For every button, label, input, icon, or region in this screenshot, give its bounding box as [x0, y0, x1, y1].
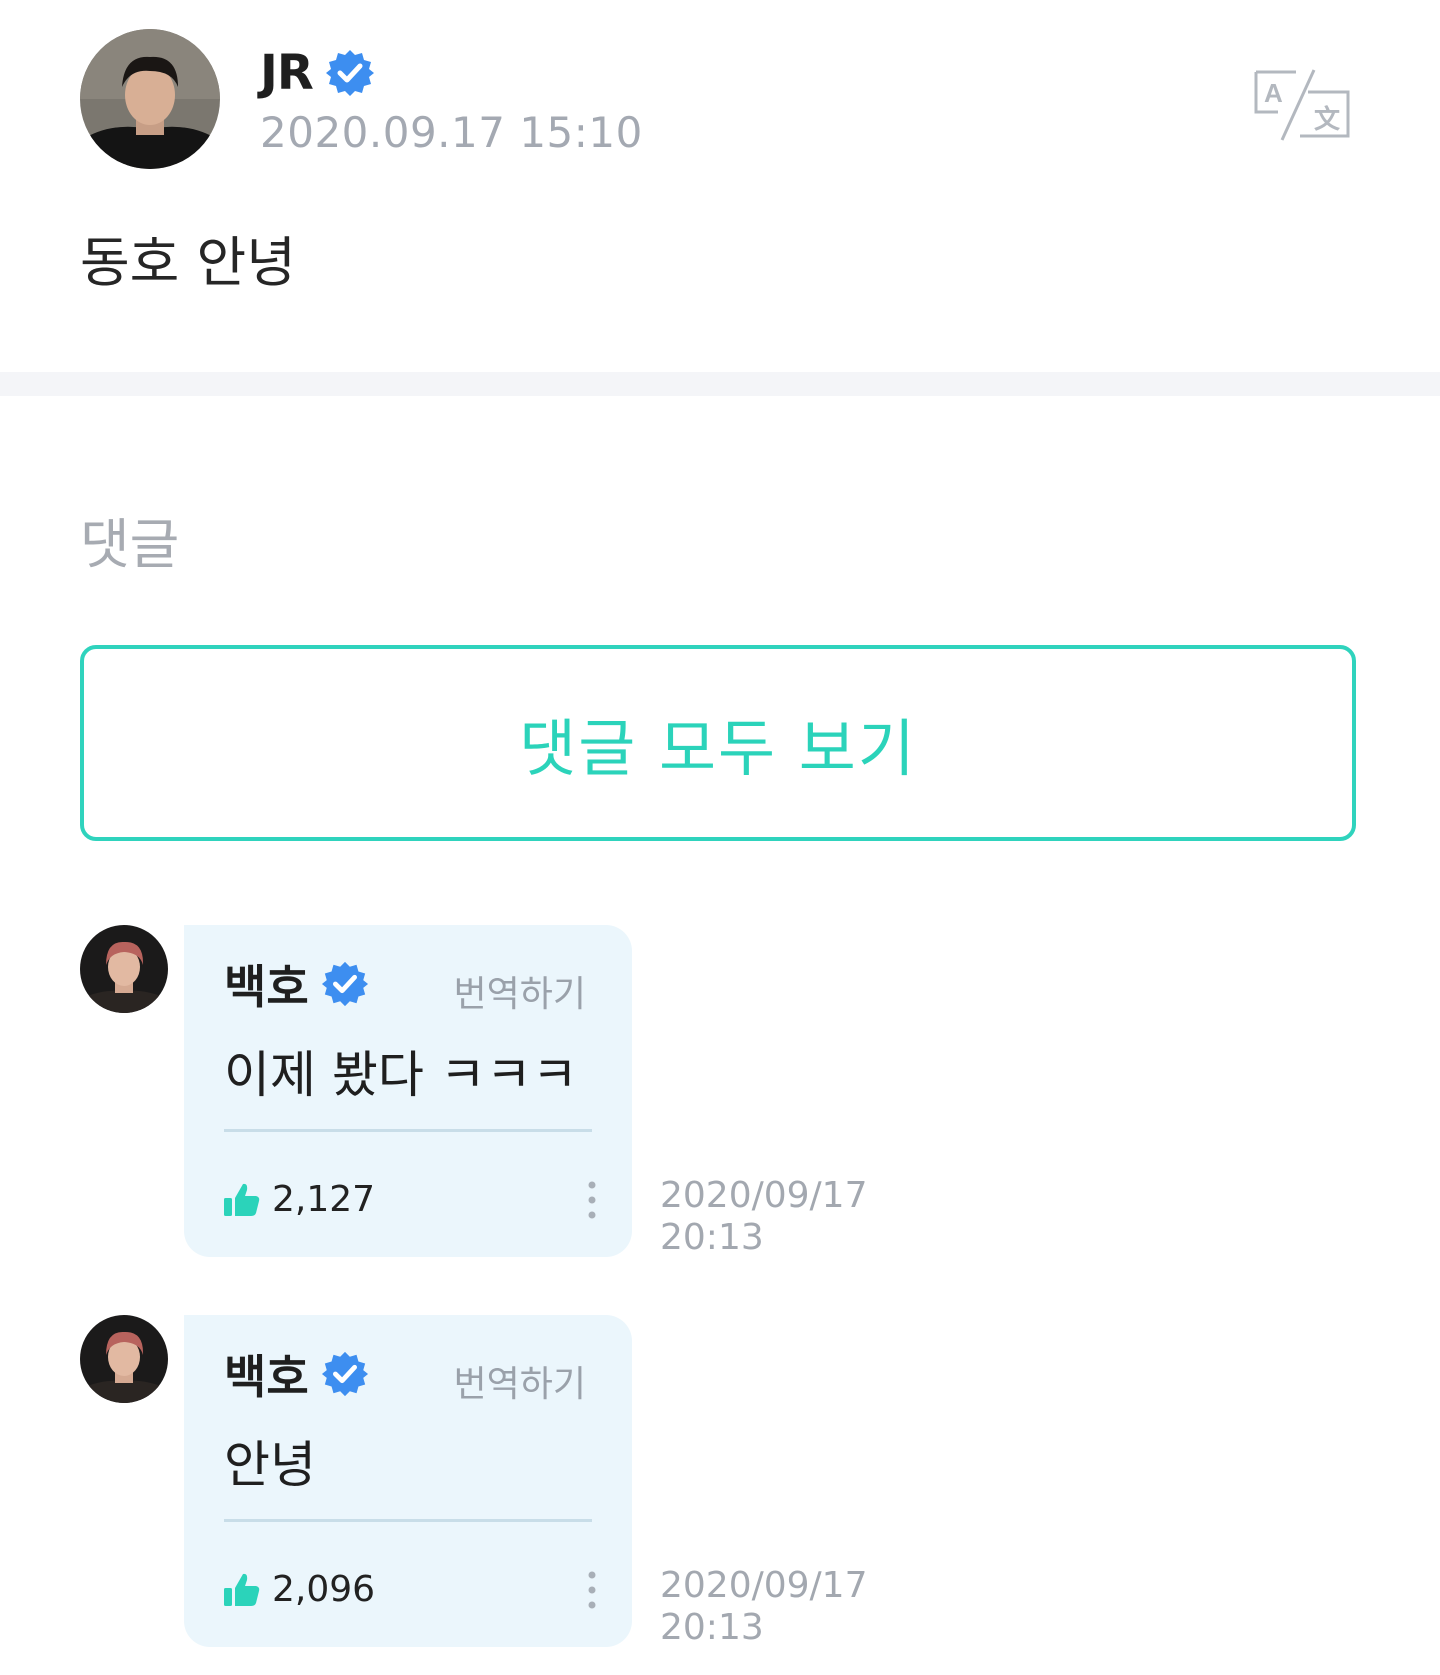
- comment-author-name[interactable]: 백호: [224, 951, 309, 1017]
- post-author-row: JR: [260, 38, 375, 108]
- thumbs-up-icon: [222, 1180, 262, 1220]
- post-author-name[interactable]: JR: [260, 45, 314, 101]
- avatar-photo: [80, 1315, 168, 1403]
- comment-like-count: 2,096: [272, 1569, 376, 1610]
- comment-like-count: 2,127: [272, 1179, 376, 1220]
- post-body-text: 동호 안녕: [80, 231, 296, 294]
- comments-title: 댓글: [80, 513, 180, 576]
- verified-badge-icon: [321, 1350, 369, 1398]
- comment-separator: [224, 1519, 592, 1522]
- section-divider: [0, 372, 1440, 396]
- translate-icon[interactable]: A 文: [1252, 68, 1352, 144]
- comment-bubble: 백호 번역하기 이제 봤다 ㅋㅋㅋ 2,127: [184, 925, 632, 1257]
- comment-author-row: 백호: [224, 951, 369, 1017]
- comment-author-avatar[interactable]: [80, 1315, 168, 1403]
- comment-timestamp: 2020/09/17 20:13: [660, 1175, 868, 1259]
- comment-date: 2020/09/17: [660, 1175, 868, 1216]
- view-all-comments-label: 댓글 모두 보기: [519, 712, 917, 785]
- view-all-comments-button[interactable]: 댓글 모두 보기: [80, 645, 1356, 841]
- comment-author-avatar[interactable]: [80, 925, 168, 1013]
- comment-author-row: 백호: [224, 1341, 369, 1407]
- comment-like-button[interactable]: 2,127: [222, 1179, 375, 1220]
- more-options-icon[interactable]: [582, 1565, 602, 1615]
- more-options-icon[interactable]: [582, 1175, 602, 1225]
- comment-time: 20:13: [660, 1607, 764, 1648]
- comment-translate-button[interactable]: 번역하기: [454, 1355, 586, 1407]
- comment-timestamp: 2020/09/17 20:13: [660, 1565, 868, 1649]
- comment-text: 안녕: [224, 1436, 316, 1494]
- post-author-avatar[interactable]: [80, 29, 220, 169]
- verified-badge-icon: [321, 960, 369, 1008]
- svg-text:文: 文: [1314, 104, 1341, 135]
- svg-text:A: A: [1264, 78, 1283, 108]
- comment-like-button[interactable]: 2,096: [222, 1569, 375, 1610]
- comment-separator: [224, 1129, 592, 1132]
- verified-badge-icon: [325, 48, 375, 98]
- comment-author-name[interactable]: 백호: [224, 1341, 309, 1407]
- comment-translate-button[interactable]: 번역하기: [454, 965, 586, 1017]
- comment-date: 2020/09/17: [660, 1565, 868, 1606]
- comment-text: 이제 봤다 ㅋㅋㅋ: [224, 1046, 578, 1104]
- avatar-photo: [80, 925, 168, 1013]
- avatar-photo: [80, 29, 220, 169]
- thumbs-up-icon: [222, 1570, 262, 1610]
- comment-time: 20:13: [660, 1217, 764, 1258]
- post-timestamp: 2020.09.17 15:10: [260, 108, 643, 157]
- comment-bubble: 백호 번역하기 안녕 2,096: [184, 1315, 632, 1647]
